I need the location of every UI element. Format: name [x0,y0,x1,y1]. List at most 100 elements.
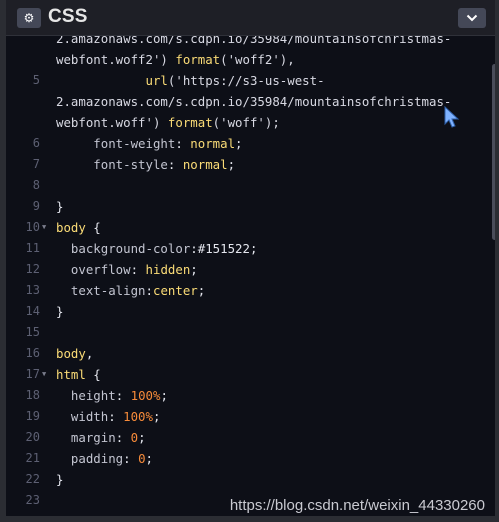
line-number: 20 [25,430,40,444]
line-number: 15 [25,325,40,339]
fold-arrow-icon[interactable]: ▼ [42,217,46,238]
code-line: margin: 0; [56,427,146,448]
line-number: 5 [32,73,40,87]
line-number: 19 [25,409,40,423]
code-token: webfont.woff2') [56,52,176,67]
code-token: normal [182,157,228,172]
code-line: 2.amazonaws.com/s.cdpn.io/35984/mountain… [56,91,451,112]
code-token: padding [56,451,124,466]
code-token: : [175,136,191,151]
code-line: } [56,196,63,217]
code-token: url [56,73,168,88]
code-token: : [145,283,153,298]
code-line: background-color:#151522; [56,238,258,259]
line-number: 13 [25,283,40,297]
line-number: 16 [25,346,40,360]
code-token: ; [152,409,161,424]
css-editor-panel: ⚙ CSS 5 6 7 8 9 10 ▼ 11 12 13 14 15 16 17 ▼ 18 19 20 21 22 2… [0,0,499,522]
code-token: margin [56,430,116,445]
code-token: ; [138,430,146,445]
code-line: html { [56,364,101,385]
code-token: text-align [56,283,146,298]
code-token: ; [160,388,168,403]
code-token: ; [197,283,206,298]
chevron-down-icon [466,14,478,22]
code-editor[interactable]: 5 6 7 8 9 10 ▼ 11 12 13 14 15 16 17 ▼ 18 19 20 21 22 23 2.am… [12,36,495,516]
code-token: : [123,451,139,466]
code-token: width [56,409,109,424]
code-line: font-weight: normal; [56,133,242,154]
line-number: 7 [32,157,40,171]
vertical-scrollbar[interactable] [492,64,495,240]
line-number: 14 [25,304,40,318]
code-token: format [167,115,213,130]
code-token: normal [190,136,236,151]
line-number: 11 [25,241,40,255]
code-token: html [56,367,86,382]
line-number: 8 [32,178,40,192]
code-token: :#151522; [190,241,258,256]
line-number: 12 [25,262,40,276]
line-number: 21 [25,451,40,465]
gear-icon: ⚙ [23,11,35,25]
editor-header: ⚙ CSS [6,0,495,36]
code-token: ; [227,157,236,172]
line-number: 9 [32,199,40,213]
code-line: text-align:center; [56,280,205,301]
code-token: hidden [145,262,191,277]
code-token: : [167,157,183,172]
code-token: 100% [123,409,153,424]
code-line: height: 100%; [56,385,168,406]
code-token: font-style [56,157,168,172]
code-line: overflow: hidden; [56,259,198,280]
code-token: ('woff'); [212,115,280,130]
code-token: } [56,472,64,487]
code-line: padding: 0; [56,448,153,469]
line-number: 23 [25,493,40,507]
code-token: : [108,409,124,424]
code-token: , [85,346,94,361]
code-token: ('woff2'), [220,52,295,67]
line-number: 18 [25,388,40,402]
code-line: webfont.woff') format('woff'); [56,112,280,133]
watermark-text: https://blog.csdn.net/weixin_44330260 [229,497,485,514]
code-token: : [115,430,131,445]
code-area[interactable]: 2.amazonaws.com/s.cdpn.io/35984/mountain… [56,36,485,516]
code-token: 0 [130,430,139,445]
code-token: ; [145,451,153,466]
code-token: { [85,367,101,382]
line-number: 22 [25,472,40,486]
code-line: body, [56,343,93,364]
code-line: body { [56,217,101,238]
code-token: overflow [56,262,131,277]
collapse-button[interactable] [458,8,486,28]
code-token: webfont.woff') [56,115,168,130]
code-token: ('https://s3-us-west- [167,73,325,88]
settings-button[interactable]: ⚙ [17,8,41,28]
code-line: } [56,301,63,322]
bottom-border [6,516,495,522]
code-token: body [56,220,86,235]
code-line: width: 100%; [56,406,161,427]
panel-title: CSS [48,6,88,27]
line-number: 17 [25,367,40,381]
code-token: background-color [56,241,191,256]
code-token: 2.amazonaws.com/s.cdpn.io/35984/mountain… [56,36,452,46]
code-token: { [85,220,101,235]
fold-arrow-icon[interactable]: ▼ [42,364,46,385]
code-token: } [56,304,64,319]
mouse-pointer-icon [443,105,461,132]
code-token: format [175,52,221,67]
code-line: 2.amazonaws.com/s.cdpn.io/35984/mountain… [56,36,451,49]
code-token: } [56,199,64,214]
code-token: 0 [138,451,146,466]
code-line: url('https://s3-us-west- [56,70,325,91]
code-token: 2.amazonaws.com/s.cdpn.io/35984/mountain… [56,94,452,109]
code-token: body [56,346,86,361]
code-token: ; [190,262,198,277]
code-line: font-style: normal; [56,154,235,175]
code-line: webfont.woff2') format('woff2'), [56,49,295,70]
line-number: 10 [25,220,40,234]
code-token: height [56,388,116,403]
code-token: center [153,283,198,298]
